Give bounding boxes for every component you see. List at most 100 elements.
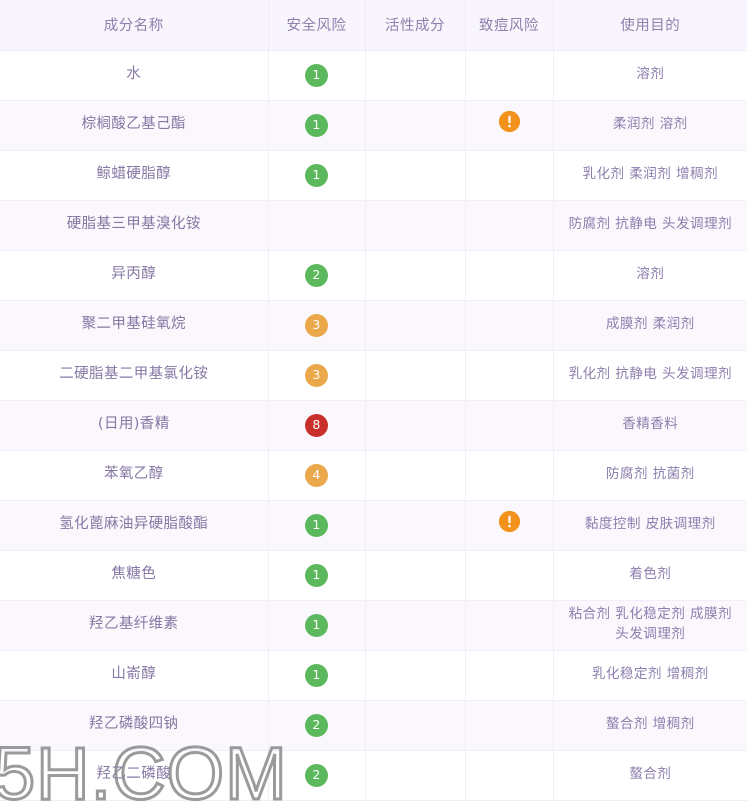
cell-safety-risk: 1	[268, 500, 366, 551]
cell-ingredient-name: 山嵛醇	[0, 650, 269, 701]
cell-usage-purpose: 柔润剂 溶剂	[553, 100, 747, 151]
cell-usage-purpose: 溶剂	[553, 250, 747, 301]
cell-ingredient-name: 聚二甲基硅氧烷	[0, 300, 269, 351]
safety-risk-badge: 1	[305, 613, 328, 637]
safety-risk-badge: 1	[305, 513, 328, 537]
table-row[interactable]: 异丙醇 2 溶剂	[0, 250, 747, 301]
table-row[interactable]: 硬脂基三甲基溴化铵 防腐剂 抗静电 头发调理剂	[0, 200, 747, 251]
cell-acne-risk	[465, 250, 554, 301]
cell-ingredient-name: 焦糖色	[0, 550, 269, 601]
cell-safety-risk: 1	[268, 600, 366, 651]
cell-safety-risk: 1	[268, 650, 366, 701]
table-row[interactable]: 苯氧乙醇 4 防腐剂 抗菌剂	[0, 450, 747, 501]
table-body: 水 1 溶剂 棕榈酸乙基己酯 1 柔润剂 溶剂 鲸蜡硬脂醇 1 乳化剂 柔润剂 增稠剂 硬脂基三甲…	[0, 50, 747, 801]
table-row[interactable]: 二硬脂基二甲基氯化铵 3 乳化剂 抗静电 头发调理剂	[0, 350, 747, 401]
cell-usage-purpose: 乳化剂 柔润剂 增稠剂	[553, 150, 747, 201]
cell-ingredient-name: 硬脂基三甲基溴化铵	[0, 200, 269, 251]
cell-safety-risk: 1	[268, 50, 366, 101]
cell-active-ingredient	[365, 550, 466, 601]
warning-exclamation-icon	[498, 110, 520, 132]
table-row[interactable]: 氢化蓖麻油异硬脂酸酯 1 黏度控制 皮肤调理剂	[0, 500, 747, 551]
cell-ingredient-name: (日用)香精	[0, 400, 269, 451]
cell-ingredient-name: 氢化蓖麻油异硬脂酸酯	[0, 500, 269, 551]
cell-active-ingredient	[365, 200, 466, 251]
table-row[interactable]: 羟乙基纤维素 1 粘合剂 乳化稳定剂 成膜剂 头发调理剂	[0, 600, 747, 651]
cell-usage-purpose: 乳化剂 抗静电 头发调理剂	[553, 350, 747, 401]
cell-safety-risk: 4	[268, 450, 366, 501]
cell-active-ingredient	[365, 250, 466, 301]
safety-risk-badge: 2	[305, 713, 328, 737]
cell-active-ingredient	[365, 350, 466, 401]
cell-ingredient-name: 异丙醇	[0, 250, 269, 301]
cell-acne-risk	[465, 50, 554, 101]
cell-safety-risk: 3	[268, 350, 366, 401]
cell-usage-purpose: 黏度控制 皮肤调理剂	[553, 500, 747, 551]
table-header: 成分名称 安全风险 活性成分 致痘风险 使用目的	[0, 0, 747, 51]
cell-usage-purpose: 粘合剂 乳化稳定剂 成膜剂 头发调理剂	[553, 600, 747, 651]
cell-active-ingredient	[365, 50, 466, 101]
cell-safety-risk	[268, 200, 366, 251]
table-header-row: 成分名称 安全风险 活性成分 致痘风险 使用目的	[0, 0, 747, 51]
safety-risk-badge: 3	[305, 313, 328, 337]
safety-risk-badge: 1	[305, 563, 328, 587]
cell-acne-risk	[465, 150, 554, 201]
table-row[interactable]: 焦糖色 1 着色剂	[0, 550, 747, 601]
ingredient-analysis-table: 成分名称 安全风险 活性成分 致痘风险 使用目的 水 1 溶剂 棕榈酸乙基己酯 1 柔润剂…	[0, 0, 747, 801]
cell-safety-risk: 2	[268, 250, 366, 301]
safety-risk-badge: 3	[305, 363, 328, 387]
cell-acne-risk	[465, 650, 554, 701]
cell-safety-risk: 1	[268, 150, 366, 201]
cell-active-ingredient	[365, 750, 466, 801]
cell-acne-risk	[465, 200, 554, 251]
table-row[interactable]: 水 1 溶剂	[0, 50, 747, 101]
cell-usage-purpose: 防腐剂 抗静电 头发调理剂	[553, 200, 747, 251]
cell-safety-risk: 3	[268, 300, 366, 351]
cell-usage-purpose: 防腐剂 抗菌剂	[553, 450, 747, 501]
cell-acne-risk	[465, 100, 554, 151]
cell-acne-risk	[465, 450, 554, 501]
cell-ingredient-name: 水	[0, 50, 269, 101]
safety-risk-badge: 4	[305, 463, 328, 487]
cell-usage-purpose: 溶剂	[553, 50, 747, 101]
cell-safety-risk: 1	[268, 100, 366, 151]
cell-active-ingredient	[365, 600, 466, 651]
cell-usage-purpose: 螯合剂 增稠剂	[553, 700, 747, 751]
table-row[interactable]: 鲸蜡硬脂醇 1 乳化剂 柔润剂 增稠剂	[0, 150, 747, 201]
cell-acne-risk	[465, 600, 554, 651]
cell-usage-purpose: 着色剂	[553, 550, 747, 601]
cell-active-ingredient	[365, 650, 466, 701]
cell-ingredient-name: 羟乙基纤维素	[0, 600, 269, 651]
column-header-ingredient-name: 成分名称	[0, 0, 269, 51]
safety-risk-badge: 1	[305, 663, 328, 687]
cell-ingredient-name: 苯氧乙醇	[0, 450, 269, 501]
cell-acne-risk	[465, 300, 554, 351]
table-row[interactable]: 羟乙二磷酸 2 螯合剂	[0, 750, 747, 801]
cell-active-ingredient	[365, 450, 466, 501]
cell-acne-risk	[465, 700, 554, 751]
table-row[interactable]: 棕榈酸乙基己酯 1 柔润剂 溶剂	[0, 100, 747, 151]
cell-ingredient-name: 棕榈酸乙基己酯	[0, 100, 269, 151]
cell-acne-risk	[465, 350, 554, 401]
cell-active-ingredient	[365, 400, 466, 451]
table-row[interactable]: (日用)香精 8 香精香料	[0, 400, 747, 451]
cell-ingredient-name: 二硬脂基二甲基氯化铵	[0, 350, 269, 401]
safety-risk-badge: 2	[305, 763, 328, 787]
cell-active-ingredient	[365, 700, 466, 751]
cell-active-ingredient	[365, 500, 466, 551]
cell-acne-risk	[465, 400, 554, 451]
cell-safety-risk: 2	[268, 700, 366, 751]
cell-active-ingredient	[365, 150, 466, 201]
ingredient-table-wrapper: 成分名称 安全风险 活性成分 致痘风险 使用目的 水 1 溶剂 棕榈酸乙基己酯 1 柔润剂…	[0, 0, 747, 802]
table-row[interactable]: 聚二甲基硅氧烷 3 成膜剂 柔润剂	[0, 300, 747, 351]
table-row[interactable]: 山嵛醇 1 乳化稳定剂 增稠剂	[0, 650, 747, 701]
safety-risk-badge: 1	[305, 113, 328, 137]
safety-risk-badge: 2	[305, 263, 328, 287]
cell-ingredient-name: 鲸蜡硬脂醇	[0, 150, 269, 201]
column-header-purpose: 使用目的	[553, 0, 747, 51]
warning-exclamation-icon	[498, 510, 520, 532]
cell-ingredient-name: 羟乙磷酸四钠	[0, 700, 269, 751]
table-row[interactable]: 羟乙磷酸四钠 2 螯合剂 增稠剂	[0, 700, 747, 751]
cell-acne-risk	[465, 750, 554, 801]
cell-active-ingredient	[365, 100, 466, 151]
safety-risk-badge: 8	[305, 413, 328, 437]
